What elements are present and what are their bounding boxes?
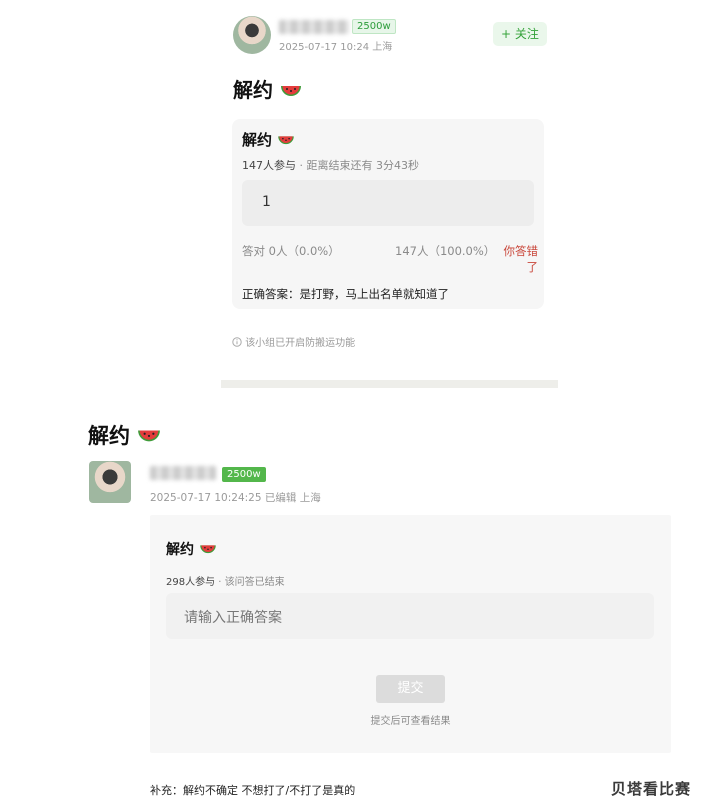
- answer-value: 1: [262, 194, 271, 210]
- follow-button[interactable]: + 关注: [493, 22, 547, 46]
- watermelon-icon: [280, 85, 301, 96]
- wrong-tag: 你答错了: [503, 244, 539, 274]
- watermelon-icon: [278, 135, 295, 144]
- post-title-text: 解约: [88, 424, 130, 448]
- submit-button[interactable]: 提交: [376, 675, 445, 703]
- poll-title-text: 解约: [242, 131, 273, 149]
- poll-title-text: 解约: [166, 542, 194, 558]
- poll-card: 解约 298人参与 · 该问答已结束 请输入正确答案 提交 提交后可查看结果: [150, 515, 671, 753]
- watermelon-icon: [138, 430, 161, 442]
- section-divider: [221, 380, 558, 388]
- supplement-text: 补充：解约不确定 不想打了/不打了是真的: [150, 784, 356, 797]
- poll-title: 解约: [166, 539, 217, 559]
- level-badge: 2500w: [222, 467, 266, 482]
- post-time-location: 2025-07-17 10:24 上海: [279, 42, 393, 53]
- post-time-location: 2025-07-17 10:24:25 已编辑 上海: [150, 492, 321, 504]
- poll-status: · 该问答已结束: [218, 577, 285, 588]
- submit-hint: 提交后可查看结果: [370, 716, 451, 727]
- poll-title: 解约: [242, 129, 295, 150]
- author-name[interactable]: [150, 466, 216, 480]
- answer-input-placeholder: 请输入正确答案: [184, 610, 282, 626]
- correct-stats: 答对 0人（0.0%）: [242, 244, 340, 258]
- poll-stats: 298人参与 · 该问答已结束: [166, 573, 285, 588]
- author-avatar[interactable]: [89, 461, 131, 503]
- participant-count: 298人参与: [166, 577, 216, 588]
- author-name[interactable]: [279, 20, 349, 34]
- level-badge: 2500w: [352, 19, 396, 34]
- answer-input[interactable]: 请输入正确答案: [166, 593, 654, 639]
- post-title: 解约: [88, 420, 161, 450]
- anti-repost-notice: 该小组已开启防搬运功能: [232, 334, 355, 349]
- notice-text: 该小组已开启防搬运功能: [245, 338, 356, 349]
- wrong-stats: 147人（100.0%）: [395, 244, 496, 258]
- author-avatar[interactable]: [233, 16, 271, 54]
- source-watermark: 贝塔看比赛: [611, 780, 692, 798]
- time-remaining: · 距离结束还有 3分43秒: [299, 159, 420, 172]
- post-title: 解约: [233, 74, 302, 103]
- correct-answer: 正确答案：是打野，马上出名单就知道了: [242, 287, 449, 301]
- watermelon-icon: [200, 545, 216, 554]
- info-circle-icon: [232, 337, 242, 347]
- poll-stats: 147人参与 · 距离结束还有 3分43秒: [242, 157, 419, 173]
- post-title-text: 解约: [233, 78, 273, 102]
- poll-card: 解约 147人参与 · 距离结束还有 3分43秒 1 答对 0人（0.0%） 1…: [232, 119, 544, 309]
- participant-count: 147人参与: [242, 159, 296, 172]
- answer-display: 1: [242, 180, 534, 226]
